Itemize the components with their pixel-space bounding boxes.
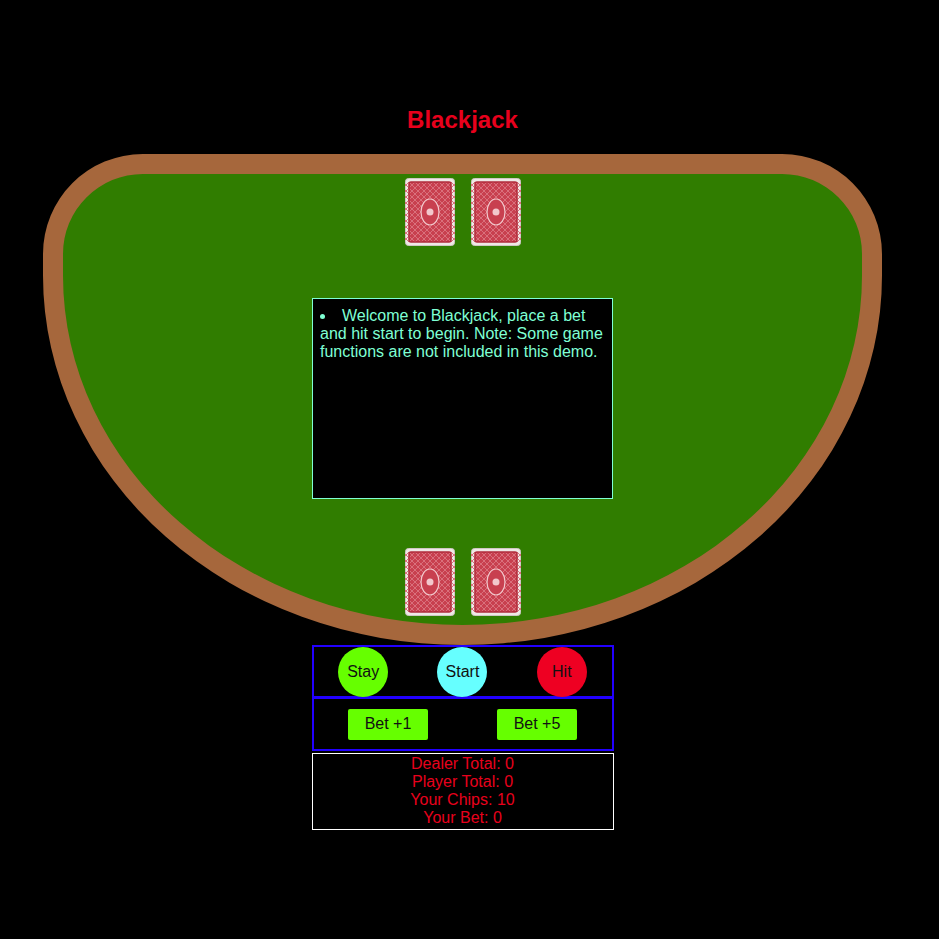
button-label: Hit <box>552 660 572 684</box>
stat-line: Your Bet: 0 <box>313 809 613 827</box>
playing-card <box>405 178 455 246</box>
playing-card <box>405 548 455 616</box>
button-label: Start <box>446 660 480 684</box>
blackjack-table: Welcome to Blackjack, place a bet and hi… <box>43 154 882 645</box>
bet-button[interactable]: Bet +5 <box>497 709 577 740</box>
action-panel: Stay Start Hit <box>312 645 614 698</box>
message-box: Welcome to Blackjack, place a bet and hi… <box>312 298 613 499</box>
stay-button[interactable]: Stay <box>338 647 388 697</box>
stat-line: Player Total: 0 <box>313 773 613 791</box>
playing-card <box>471 548 521 616</box>
card-back-icon <box>471 178 521 246</box>
hit-button[interactable]: Hit <box>537 647 587 697</box>
stats-box: Dealer Total: 0Player Total: 0Your Chips… <box>312 753 614 830</box>
start-button[interactable]: Start <box>437 647 487 697</box>
card-back-icon <box>471 548 521 616</box>
stat-line: Dealer Total: 0 <box>313 755 613 773</box>
game-title: Blackjack <box>407 106 518 134</box>
stat-line: Your Chips: 10 <box>313 791 613 809</box>
message-item: Welcome to Blackjack, place a bet and hi… <box>320 307 605 361</box>
card-back-icon <box>405 178 455 246</box>
card-back-icon <box>405 548 455 616</box>
button-label: Stay <box>347 660 379 684</box>
playing-card <box>471 178 521 246</box>
bet-button[interactable]: Bet +1 <box>348 709 428 740</box>
message-list: Welcome to Blackjack, place a bet and hi… <box>320 307 605 361</box>
game-page: Blackjack Welcome to Blackjack, place a b… <box>43 0 882 830</box>
player-hand <box>405 548 521 616</box>
dealer-hand <box>405 178 521 246</box>
bet-panel: Bet +1 Bet +5 <box>312 698 614 751</box>
